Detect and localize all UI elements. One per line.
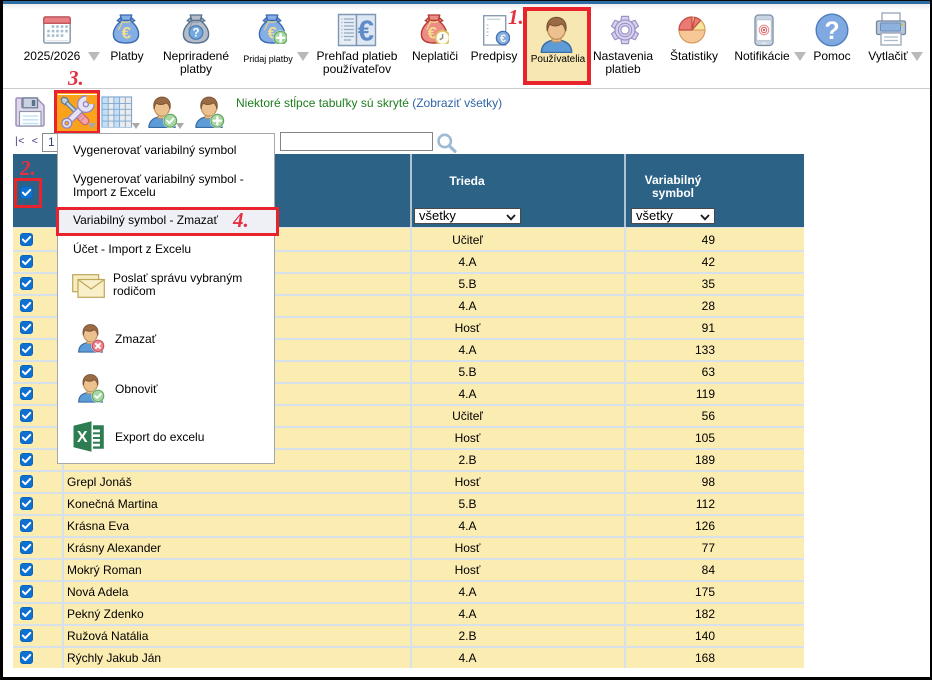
svg-text:€: € xyxy=(122,24,132,43)
svg-text:X: X xyxy=(77,429,88,446)
svg-text:?: ? xyxy=(824,17,839,45)
svg-text:?: ? xyxy=(192,28,199,40)
svg-text:€: € xyxy=(358,16,374,48)
svg-text:€: € xyxy=(500,33,506,45)
